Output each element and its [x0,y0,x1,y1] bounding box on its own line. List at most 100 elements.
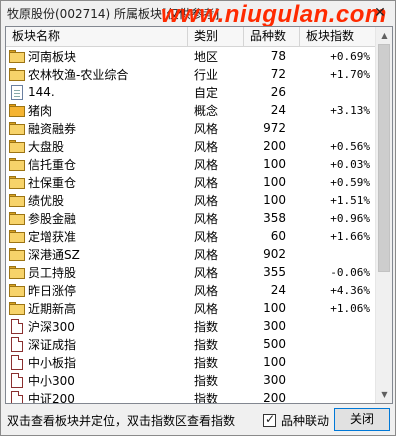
index-change: +3.13% [330,103,370,117]
sector-name: 河南板块 [28,49,77,64]
index-change: +4.36% [330,283,370,297]
index-change: +0.03% [330,157,370,171]
table-row[interactable]: 中小300 指数 300 [6,371,376,389]
sync-toggle[interactable]: 品种联动 [263,412,329,429]
table-row[interactable]: 深证成指 指数 500 [6,335,376,353]
sector-name-cell: 近期新高 [6,300,188,317]
index-document-icon [11,336,23,352]
scroll-down-icon[interactable]: ▼ [376,386,392,403]
folder-icon [9,103,25,117]
close-button[interactable]: 关闭 [334,408,390,431]
table-row[interactable]: 近期新高 风格 100 +1.06% [6,299,376,317]
sector-name-cell: 深证成指 [6,336,188,353]
stock-count: 60 [270,229,286,243]
index-document-icon [11,354,23,370]
sector-name-cell: 大盘股 [6,138,188,155]
index-change: +0.96% [330,211,370,225]
sector-name: 参股金融 [28,211,77,226]
sector-name: 近期新高 [28,301,77,316]
stock-count: 100 [263,193,286,207]
column-header-type[interactable]: 类别 [188,27,244,47]
sector-name: 融资融券 [28,121,77,136]
folder-icon [9,265,25,279]
sector-type: 指数 [194,391,219,404]
folder-icon [9,175,25,189]
custom-file-icon [11,84,23,100]
stock-count: 78 [270,49,286,63]
table-row[interactable]: 大盘股 风格 200 +0.56% [6,137,376,155]
stock-count: 100 [263,301,286,315]
sector-name: 农林牧渔-农业综合 [28,67,129,82]
sector-type: 风格 [194,175,219,190]
table-row[interactable]: 社保重仓 风格 100 +0.59% [6,173,376,191]
folder-icon [9,139,25,153]
table-row[interactable]: 144. 自定 26 [6,83,376,101]
sector-name: 中小300 [28,373,75,388]
sector-type: 指数 [194,355,219,370]
table-row[interactable]: 深港通SZ 风格 902 [6,245,376,263]
list-rows: 河南板块 地区 78 +0.69% 农林牧渔-农业综合 行业 72 +1.70% 144. 自定 2… [6,47,376,404]
folder-icon [9,211,25,225]
folder-icon [9,121,25,135]
sector-name-cell: 中小板指 [6,354,188,371]
status-bar: 双击查看板块并定位，双击指数区查看指数 品种联动 关闭 [5,408,393,432]
index-change: +0.56% [330,139,370,153]
sector-name: 定增获准 [28,229,77,244]
stock-count: 72 [270,67,286,81]
table-row[interactable]: 农林牧渔-农业综合 行业 72 +1.70% [6,65,376,83]
sector-list: 板块名称 类别 品种数 板块指数 河南板块 地区 78 +0.69% 农林牧渔-农业综合… [5,26,393,404]
vertical-scrollbar[interactable]: ▲ ▼ [375,27,392,403]
table-row[interactable]: 中证200 指数 200 [6,389,376,404]
index-change: +0.69% [330,49,370,63]
index-document-icon [11,318,23,334]
sector-name: 深港通SZ [28,247,80,262]
index-document-icon [11,390,23,403]
sector-name-cell: 昨日涨停 [6,282,188,299]
sector-type: 指数 [194,337,219,352]
table-row[interactable]: 中小板指 指数 100 [6,353,376,371]
table-row[interactable]: 绩优股 风格 100 +1.51% [6,191,376,209]
table-row[interactable]: 信托重仓 风格 100 +0.03% [6,155,376,173]
column-header-name[interactable]: 板块名称 [6,27,188,47]
table-row[interactable]: 猪肉 概念 24 +3.13% [6,101,376,119]
table-row[interactable]: 参股金融 风格 358 +0.96% [6,209,376,227]
sector-name: 社保重仓 [28,175,77,190]
close-icon[interactable]: ✕ [371,4,389,22]
stock-count: 902 [263,247,286,261]
sector-name-cell: 猪肉 [6,102,188,119]
stock-count: 500 [263,337,286,351]
sector-name-cell: 信托重仓 [6,156,188,173]
list-header: 板块名称 类别 品种数 板块指数 [6,27,376,47]
table-row[interactable]: 河南板块 地区 78 +0.69% [6,47,376,65]
sync-checkbox-label[interactable]: 品种联动 [281,412,329,429]
sync-checkbox[interactable] [263,412,276,427]
sector-name-cell: 中证200 [6,390,188,403]
folder-icon [9,301,25,315]
sector-type: 风格 [194,265,219,280]
table-row[interactable]: 员工持股 风格 355 -0.06% [6,263,376,281]
sector-type: 指数 [194,319,219,334]
table-row[interactable]: 昨日涨停 风格 24 +4.36% [6,281,376,299]
sector-name: 员工持股 [28,265,77,280]
sector-type: 行业 [194,67,219,82]
sector-type: 风格 [194,301,219,316]
stock-count: 100 [263,355,286,369]
sector-type: 风格 [194,121,219,136]
column-header-count[interactable]: 品种数 [244,27,300,47]
table-row[interactable]: 融资融券 风格 972 [6,119,376,137]
sector-name: 大盘股 [28,139,65,154]
stock-count: 355 [263,265,286,279]
column-header-index[interactable]: 板块指数 [300,27,376,47]
sector-name-cell: 144. [6,84,188,100]
scroll-up-icon[interactable]: ▲ [376,27,392,44]
table-row[interactable]: 定增获准 风格 60 +1.66% [6,227,376,245]
sector-name-cell: 社保重仓 [6,174,188,191]
sector-name-cell: 员工持股 [6,264,188,281]
stock-count: 200 [263,139,286,153]
index-change: +1.70% [330,67,370,81]
stock-count: 300 [263,373,286,387]
sector-name: 绩优股 [28,193,65,208]
sector-name-cell: 参股金融 [6,210,188,227]
table-row[interactable]: 沪深300 指数 300 [6,317,376,335]
scroll-thumb[interactable] [378,44,390,272]
